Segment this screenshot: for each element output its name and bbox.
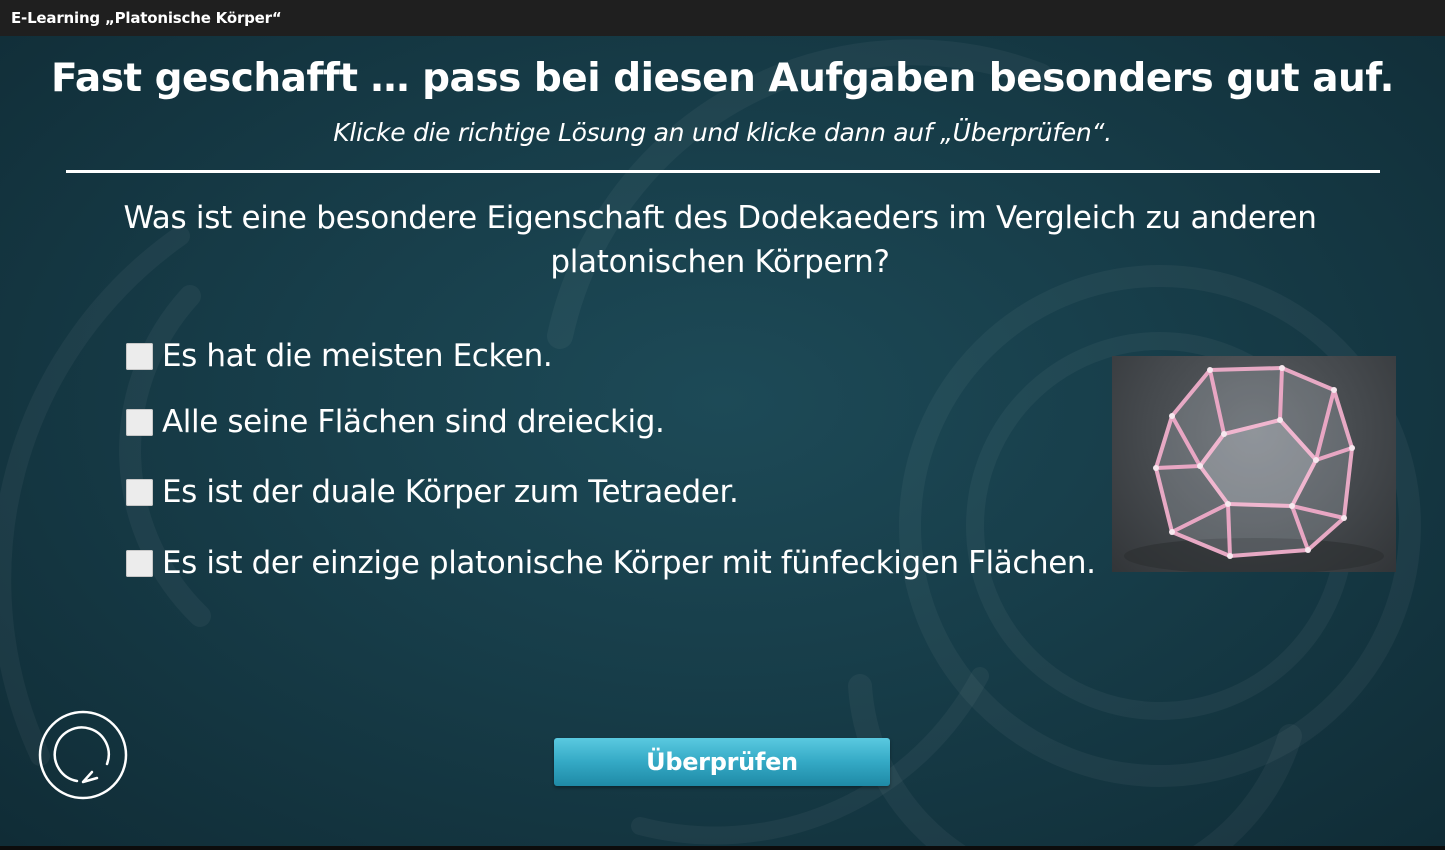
answer-label: Alle seine Flächen sind dreieckig. (162, 404, 665, 440)
divider (66, 170, 1380, 173)
answer-option-2[interactable]: Alle seine Flächen sind dreieckig. (126, 402, 665, 442)
answer-label: Es hat die meisten Ecken. (162, 338, 553, 374)
checkbox[interactable] (126, 478, 153, 506)
dodecahedron-illustration (1124, 365, 1384, 572)
answer-option-1[interactable]: Es hat die meisten Ecken. (126, 336, 553, 376)
reset-button[interactable] (37, 710, 129, 800)
reset-icon (38, 710, 128, 800)
slide-heading: Fast geschafft … pass bei diesen Aufgabe… (51, 56, 1394, 101)
dodecahedron-image (1112, 356, 1396, 572)
answer-label: Es ist der einzige platonische Körper mi… (162, 545, 1096, 581)
slide: Fast geschafft … pass bei diesen Aufgabe… (0, 36, 1445, 846)
answer-label: Es ist der duale Körper zum Tetraeder. (162, 474, 739, 510)
checkbox[interactable] (126, 408, 153, 436)
checkbox[interactable] (126, 549, 153, 577)
instruction-text: Klicke die richtige Lösung an und klicke… (333, 118, 1112, 147)
window-bottom-edge (0, 846, 1445, 850)
answer-option-3[interactable]: Es ist der duale Körper zum Tetraeder. (126, 472, 739, 512)
checkbox[interactable] (126, 342, 153, 370)
question-text: Was ist eine besondere Eigenschaft des D… (123, 200, 1317, 280)
window-title: E-Learning „Platonische Körper“ (0, 0, 1445, 36)
answer-option-4[interactable]: Es ist der einzige platonische Körper mi… (126, 543, 1096, 583)
check-button[interactable]: Überprüfen (554, 738, 890, 786)
